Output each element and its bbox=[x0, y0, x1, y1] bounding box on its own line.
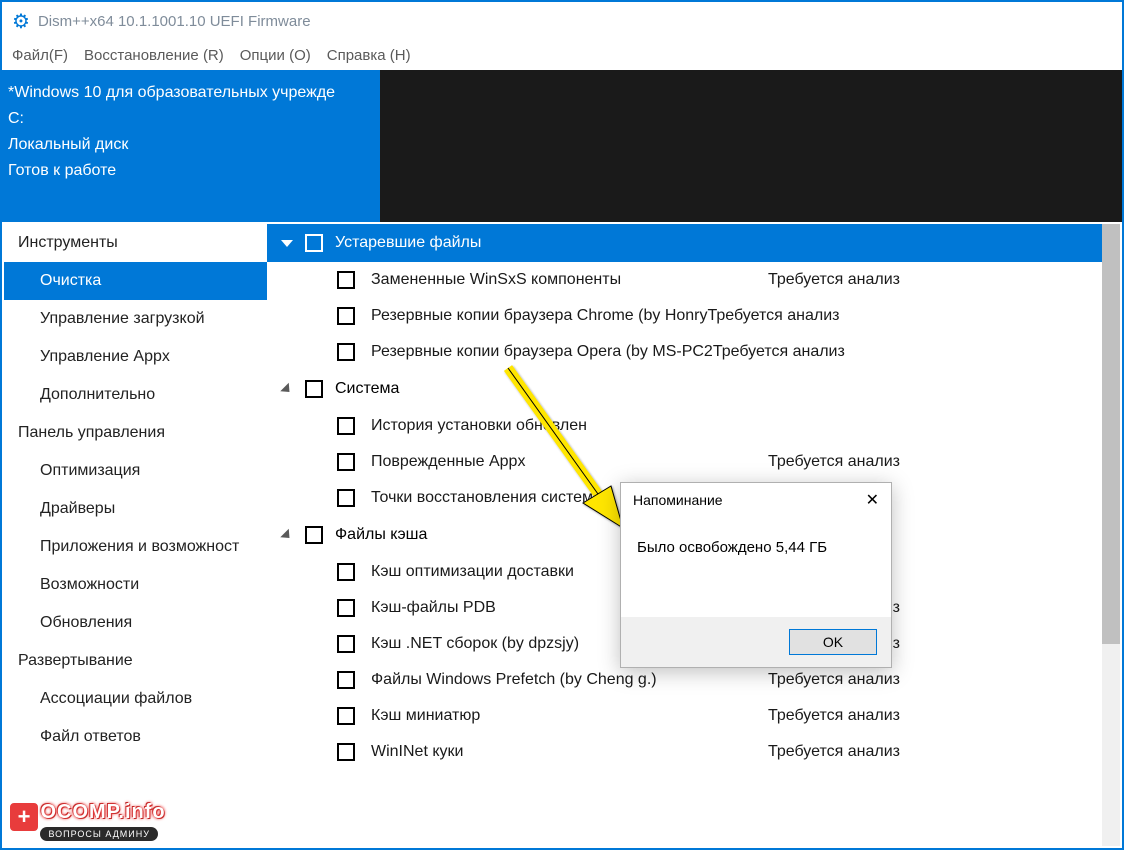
system-info-panel[interactable]: *Windows 10 для образовательных учрежде … bbox=[2, 70, 380, 222]
tree-item[interactable]: Поврежденные AppxТребуется анализ bbox=[267, 444, 1120, 480]
dialog-title: Напоминание bbox=[633, 492, 723, 508]
menu-options[interactable]: Опции (O) bbox=[240, 47, 311, 64]
title-bar: ⚙ Dism++x64 10.1.1001.10 UEFI Firmware bbox=[2, 2, 1122, 40]
checkbox[interactable] bbox=[337, 707, 355, 725]
category-label: Устаревшие файлы bbox=[335, 234, 481, 252]
tree-category-system[interactable]: Система bbox=[267, 370, 1120, 408]
checkbox[interactable] bbox=[337, 343, 355, 361]
menu-bar: Файл(F) Восстановление (R) Опции (O) Спр… bbox=[2, 40, 1122, 70]
watermark: + OCOMP.info ВОПРОСЫ АДМИНУ bbox=[8, 801, 166, 842]
info-disk: Локальный диск bbox=[8, 132, 374, 158]
checkbox[interactable] bbox=[337, 417, 355, 435]
checkbox[interactable] bbox=[337, 599, 355, 617]
sidebar-group-tools: Инструменты bbox=[4, 224, 267, 262]
sidebar-item-assoc[interactable]: Ассоциации файлов bbox=[4, 680, 267, 718]
sidebar-item-cleanup[interactable]: Очистка bbox=[4, 262, 267, 300]
tree-item[interactable]: Резервные копии браузера Chrome (by Honr… bbox=[267, 298, 1120, 334]
checkbox[interactable] bbox=[337, 307, 355, 325]
dialog-body: Было освобождено 5,44 ГБ bbox=[621, 517, 891, 556]
tree-item[interactable]: Замененные WinSxS компонентыТребуется ан… bbox=[267, 262, 1120, 298]
category-label: Система bbox=[335, 380, 399, 398]
checkbox[interactable] bbox=[337, 671, 355, 689]
sidebar-group-control: Панель управления bbox=[4, 414, 267, 452]
sidebar-item-advanced[interactable]: Дополнительно bbox=[4, 376, 267, 414]
gear-icon: ⚙ bbox=[12, 9, 30, 34]
sidebar-item-apps[interactable]: Приложения и возможност bbox=[4, 528, 267, 566]
dialog-titlebar: Напоминание ✕ bbox=[621, 483, 891, 517]
reminder-dialog: Напоминание ✕ Было освобождено 5,44 ГБ O… bbox=[620, 482, 892, 668]
close-icon[interactable]: ✕ bbox=[866, 490, 879, 510]
checkbox[interactable] bbox=[305, 380, 323, 398]
checkbox[interactable] bbox=[337, 453, 355, 471]
checkbox[interactable] bbox=[337, 563, 355, 581]
menu-help[interactable]: Справка (H) bbox=[327, 47, 411, 64]
sidebar: Инструменты Очистка Управление загрузкой… bbox=[4, 224, 267, 846]
checkbox[interactable] bbox=[337, 271, 355, 289]
info-band: *Windows 10 для образовательных учрежде … bbox=[2, 70, 1122, 222]
sidebar-item-boot[interactable]: Управление загрузкой bbox=[4, 300, 267, 338]
tree-item[interactable]: Кэш миниатюрТребуется анализ bbox=[267, 698, 1120, 734]
checkbox[interactable] bbox=[305, 526, 323, 544]
sidebar-item-answer[interactable]: Файл ответов bbox=[4, 718, 267, 756]
sidebar-group-deploy: Развертывание bbox=[4, 642, 267, 680]
info-status: Готов к работе bbox=[8, 158, 374, 184]
work-area: Инструменты Очистка Управление загрузкой… bbox=[4, 224, 1120, 846]
expand-icon bbox=[280, 382, 293, 395]
info-drive: C: bbox=[8, 106, 374, 132]
window-title: Dism++x64 10.1.1001.10 UEFI Firmware bbox=[38, 13, 311, 30]
ok-button[interactable]: OK bbox=[789, 629, 877, 655]
sidebar-item-optimization[interactable]: Оптимизация bbox=[4, 452, 267, 490]
info-os: *Windows 10 для образовательных учрежде bbox=[8, 80, 374, 106]
checkbox[interactable] bbox=[337, 743, 355, 761]
checkbox[interactable] bbox=[305, 234, 323, 252]
watermark-text: OCOMP.info bbox=[40, 801, 165, 823]
tree-item[interactable]: WinINet кукиТребуется анализ bbox=[267, 734, 1120, 770]
checkbox[interactable] bbox=[337, 489, 355, 507]
category-label: Файлы кэша bbox=[335, 526, 427, 544]
tree-category-obsolete[interactable]: Устаревшие файлы bbox=[267, 224, 1120, 262]
info-dark-panel bbox=[380, 70, 1122, 222]
sidebar-item-updates[interactable]: Обновления bbox=[4, 604, 267, 642]
watermark-sub: ВОПРОСЫ АДМИНУ bbox=[40, 827, 158, 841]
checkbox[interactable] bbox=[337, 635, 355, 653]
sidebar-item-appx[interactable]: Управление Appx bbox=[4, 338, 267, 376]
expand-icon bbox=[281, 240, 293, 247]
sidebar-item-drivers[interactable]: Драйверы bbox=[4, 490, 267, 528]
tree-item[interactable]: Резервные копии браузера Opera (by MS-PC… bbox=[267, 334, 1120, 370]
sidebar-item-features[interactable]: Возможности bbox=[4, 566, 267, 604]
plus-icon: + bbox=[8, 801, 40, 833]
menu-file[interactable]: Файл(F) bbox=[12, 47, 68, 64]
scrollbar-thumb[interactable] bbox=[1102, 224, 1120, 644]
menu-restore[interactable]: Восстановление (R) bbox=[84, 47, 224, 64]
dialog-footer: OK bbox=[621, 617, 891, 667]
expand-icon bbox=[280, 528, 293, 541]
tree-item[interactable]: История установки обновлен bbox=[267, 408, 1120, 444]
